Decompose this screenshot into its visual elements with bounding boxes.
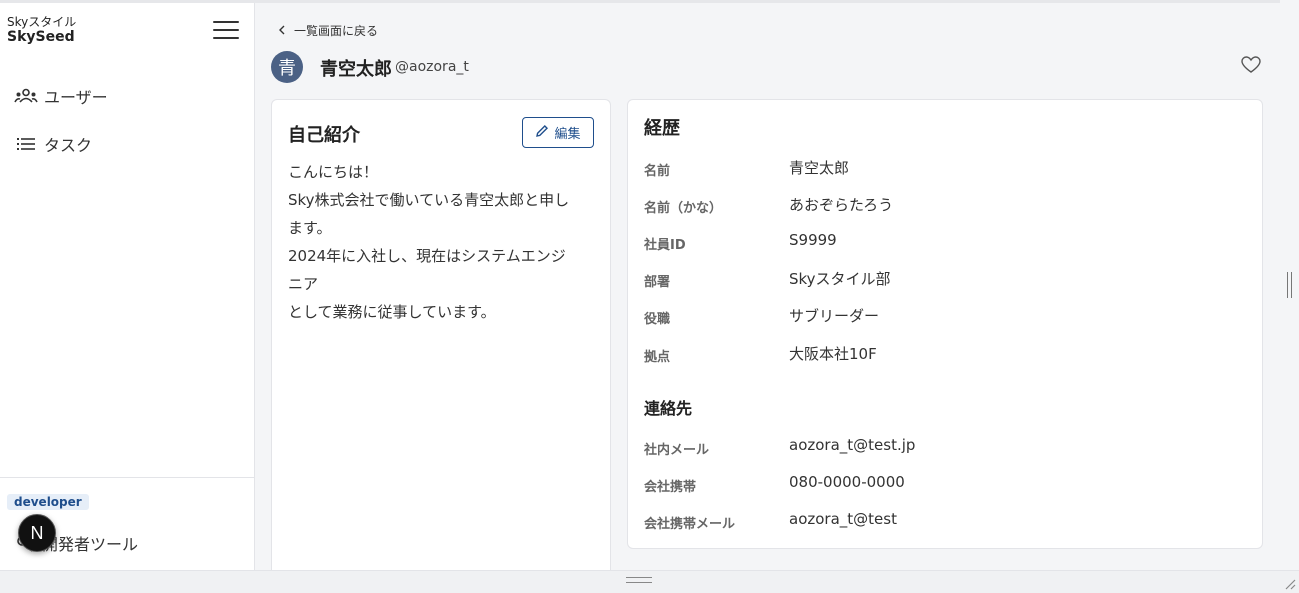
field-label: 名前（かな） [644, 201, 723, 216]
field-label: 名前 [644, 164, 671, 179]
sidebar-item-label: 開発者ツール [42, 535, 139, 554]
intro-line: として業務に従事しています。 [288, 303, 496, 321]
field-value: あおぞらたろう [789, 196, 894, 214]
edit-button[interactable]: 編集 [522, 117, 594, 148]
self-intro-title: 自己紹介 [288, 125, 360, 146]
developer-badge: developer [7, 494, 89, 510]
intro-line: Sky株式会社で働いている青空太郎と申し [288, 191, 570, 209]
field-value: aozora_t@test [789, 510, 897, 528]
edit-button-label: 編集 [554, 127, 581, 142]
self-intro-text: こんにちは！ Sky株式会社で働いている青空太郎と申し ます。 2024年に入社… [288, 158, 600, 326]
field-label: 社員ID [644, 238, 686, 253]
field-label: 会社携帯 [644, 480, 697, 495]
field-value: 青空太郎 [789, 159, 850, 177]
chevron-left-icon [278, 24, 286, 38]
self-intro-card: 自己紹介 編集 こんにちは！ Sky株式会社で働いている青空太郎と申し ます。 … [271, 99, 611, 579]
field-label: 会社携帯メール [644, 517, 736, 532]
field-value: サブリーダー [789, 307, 880, 325]
sidebar-divider [0, 477, 254, 478]
users-icon [14, 86, 38, 106]
history-row-name: 名前 青空太郎 [644, 157, 1244, 179]
history-card: 経歴 名前 青空太郎 名前（かな） あおぞらたろう 社員ID S9999 部署 … [627, 99, 1263, 549]
field-value: aozora_t@test.jp [789, 436, 916, 454]
contact-row-mobile-email: 会社携帯メール aozora_t@test [644, 510, 1244, 532]
history-row-position: 役職 サブリーダー [644, 305, 1244, 327]
intro-line: 2024年に入社し、現在はシステムエンジ [288, 247, 566, 265]
field-value: Skyスタイル部 [789, 270, 891, 288]
pencil-icon [535, 124, 549, 142]
back-link-label: 一覧画面に戻る [294, 24, 379, 38]
history-row-department: 部署 Skyスタイル部 [644, 268, 1244, 290]
heart-icon[interactable] [1241, 56, 1261, 74]
brand[interactable]: Skyスタイル SkySeed [7, 15, 76, 46]
intro-line: こんにちは！ [288, 163, 379, 181]
field-label: 役職 [644, 312, 671, 327]
field-label: 部署 [644, 275, 671, 290]
intro-line: ニア [288, 275, 319, 293]
sidebar-item-tasks[interactable]: タスク [14, 130, 92, 158]
brand-subtitle: Skyスタイル [7, 15, 77, 29]
field-label: 社内メール [644, 443, 710, 458]
sidebar: Skyスタイル SkySeed ユーザー タスク developer 開発者ツー… [0, 3, 255, 570]
history-row-employee-id: 社員ID S9999 [644, 231, 1244, 253]
resize-corner-icon[interactable] [1282, 575, 1296, 590]
sidebar-item-users[interactable]: ユーザー [14, 82, 108, 110]
intro-line: ます。 [288, 219, 332, 237]
nextjs-dev-badge[interactable]: N [18, 514, 56, 552]
vertical-resize-handle[interactable] [1287, 272, 1292, 298]
horizontal-resize-handle[interactable] [626, 577, 652, 583]
history-title: 経歴 [644, 118, 680, 139]
contact-row-email: 社内メール aozora_t@test.jp [644, 436, 1244, 458]
sidebar-item-label: ユーザー [44, 88, 108, 107]
field-value: 080-0000-0000 [789, 473, 905, 491]
user-name: 青空太郎 [320, 59, 392, 80]
history-row-name-kana: 名前（かな） あおぞらたろう [644, 194, 1244, 216]
back-to-list-link[interactable]: 一覧画面に戻る [278, 22, 378, 39]
field-label: 拠点 [644, 350, 671, 365]
hamburger-menu-icon[interactable] [212, 19, 240, 41]
user-handle: @aozora_t [395, 59, 469, 75]
contact-section-title: 連絡先 [644, 399, 693, 418]
brand-title: SkySeed [7, 29, 75, 46]
field-value: S9999 [789, 231, 837, 249]
history-row-office: 拠点 大阪本社10F [644, 343, 1244, 365]
list-icon [14, 134, 38, 154]
contact-row-mobile: 会社携帯 080-0000-0000 [644, 473, 1244, 495]
field-value: 大阪本社10F [789, 345, 877, 363]
avatar: 青 [271, 51, 303, 83]
sidebar-item-label: タスク [44, 136, 93, 155]
